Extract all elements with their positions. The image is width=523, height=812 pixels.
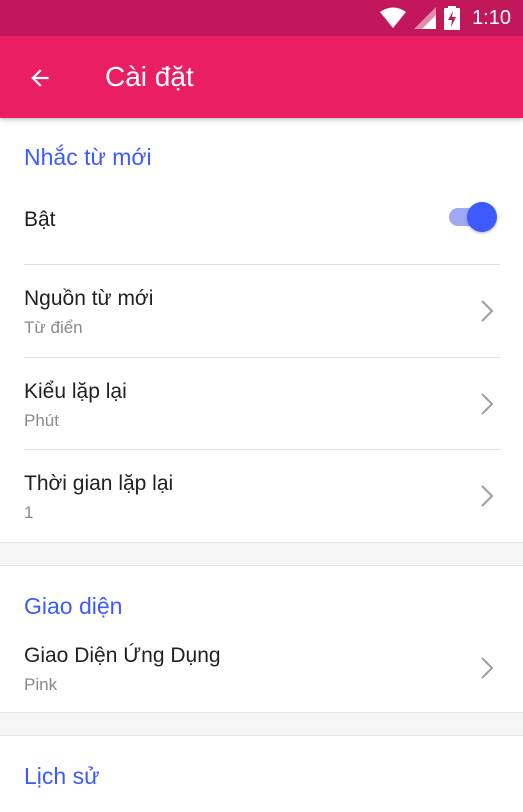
status-bar: 1:10 (0, 0, 523, 36)
setting-repeat-type-row[interactable]: Kiểu lặp lại Phút (0, 358, 523, 450)
chevron-right-icon (481, 300, 494, 322)
status-time: 1:10 (472, 6, 511, 29)
setting-enable-title: Bật (24, 208, 56, 231)
chevron-right-icon (481, 485, 494, 507)
setting-repeat-time-title: Thời gian lặp lại (24, 472, 174, 495)
back-button[interactable] (22, 60, 58, 96)
wifi-icon (380, 7, 407, 28)
settings-list: Nhắc từ mới Bật Nguồn từ mới Từ điển Kiể… (0, 118, 523, 812)
setting-app-theme-summary: Pink (24, 675, 58, 694)
setting-repeat-time-summary: 1 (24, 503, 34, 522)
section-divider (0, 712, 523, 736)
setting-word-source-title: Nguồn từ mới (24, 287, 154, 310)
toggle-thumb (467, 202, 497, 232)
setting-repeat-type-title: Kiểu lặp lại (24, 380, 127, 403)
setting-word-source-summary: Từ điển (24, 318, 83, 337)
chevron-right-icon (481, 393, 494, 415)
arrow-back-icon (31, 69, 49, 87)
enable-toggle[interactable] (447, 202, 497, 232)
section-header-appearance: Giao diện (24, 593, 123, 619)
setting-enable-row[interactable]: Bật (0, 184, 523, 264)
setting-app-theme-title: Giao Diện Ứng Dụng (24, 644, 221, 667)
status-icons: 1:10 (380, 6, 511, 30)
setting-app-theme-row[interactable]: Giao Diện Ứng Dụng Pink (0, 622, 523, 714)
setting-repeat-time-row[interactable]: Thời gian lặp lại 1 (0, 450, 523, 542)
section-divider (0, 542, 523, 566)
setting-word-source-row[interactable]: Nguồn từ mới Từ điển (0, 265, 523, 357)
section-header-reminder: Nhắc từ mới (24, 144, 152, 170)
app-bar: Cài đặt (0, 36, 523, 118)
setting-repeat-type-summary: Phút (24, 411, 59, 430)
battery-charging-icon (444, 6, 461, 30)
chevron-right-icon (481, 657, 494, 679)
section-header-history: Lịch sử (24, 763, 100, 789)
page-title: Cài đặt (105, 61, 194, 92)
signal-icon (414, 7, 437, 29)
